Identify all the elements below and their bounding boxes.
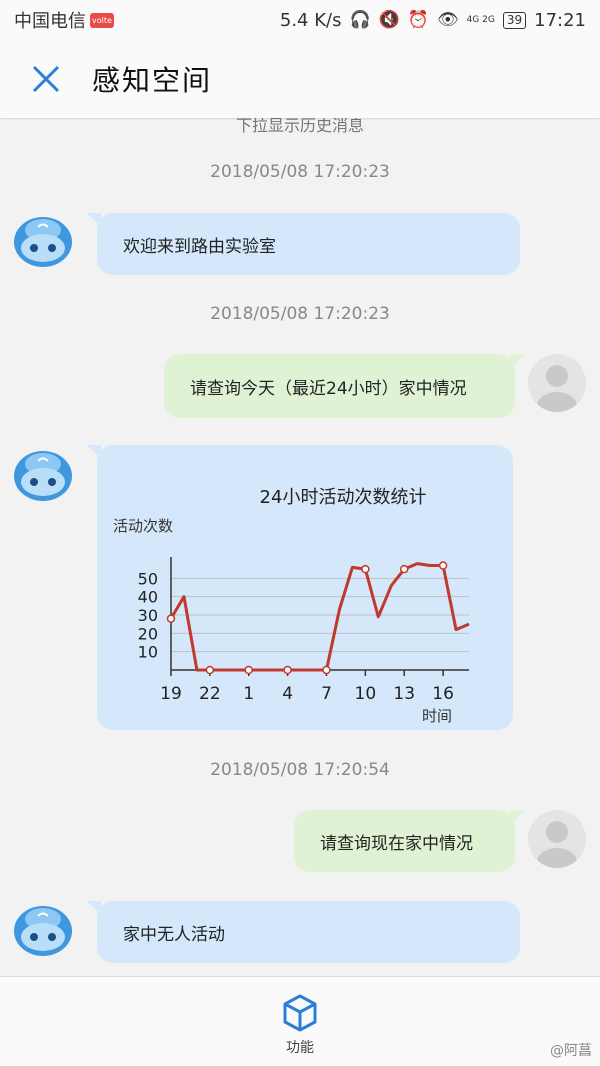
chart-x-tick-label: 10 — [355, 684, 377, 704]
timestamp: 2018/05/08 17:20:54 — [210, 760, 390, 780]
close-button[interactable] — [18, 51, 74, 107]
chart-y-tick-label: 10 — [138, 643, 158, 662]
chart-point — [322, 665, 331, 675]
chart-axes — [170, 557, 469, 671]
chart-title: 24小时活动次数统计 — [260, 487, 427, 508]
user-message: 请查询现在家中情况 — [294, 810, 525, 872]
close-icon — [32, 65, 60, 93]
chart-y-tick-label: 50 — [138, 569, 158, 588]
chart-point — [399, 564, 409, 574]
cube-icon — [283, 994, 317, 1032]
user-message: 请查询今天（最近24小时）家中情况 — [164, 354, 525, 418]
volte-badge: volte — [90, 12, 114, 28]
chart-x-ticks: 19 22 1 4 7 10 13 16 — [160, 670, 454, 704]
carrier-name: 中国电信 — [14, 11, 86, 32]
carrier-info: 中国电信 volte — [14, 7, 114, 33]
net-speed: 5.4 K/s — [279, 9, 342, 31]
robot-avatar-icon — [14, 906, 72, 956]
chart-x-tick-label: 19 — [160, 684, 182, 704]
eye-icon: 👁 — [436, 10, 459, 30]
battery-icon: 39 — [502, 11, 527, 29]
alarm-icon: ⏰ — [407, 10, 429, 30]
chart-point — [361, 564, 370, 574]
chart-series-line — [169, 562, 470, 672]
timestamp: 2018/05/08 17:20:23 — [210, 162, 390, 182]
page-title: 感知空间 — [92, 64, 213, 97]
chart-y-tick-label: 20 — [138, 624, 158, 643]
chart-grid — [171, 577, 469, 653]
watermark: @阿菖 — [550, 1043, 592, 1059]
chart-point — [166, 614, 176, 623]
chart-point — [244, 665, 253, 675]
chart-x-tick-label: 22 — [199, 684, 221, 704]
user-avatar — [528, 354, 586, 412]
clock: 17:21 — [534, 9, 586, 31]
chart-y-tick-label: 30 — [138, 606, 158, 625]
bottom-bar: 功能 @阿菖 — [0, 976, 600, 1066]
user-avatar-icon — [537, 821, 577, 868]
chart-x-tick-label: 1 — [243, 684, 254, 704]
signal-icon: 4G 2G — [466, 14, 495, 25]
user-avatar-icon — [537, 365, 577, 412]
header-bar: 感知空间 — [0, 40, 600, 118]
timestamp: 2018/05/08 17:20:23 — [210, 304, 390, 324]
chart-point — [283, 665, 292, 675]
mute-icon: 🔇 — [378, 10, 400, 30]
bot-message: 家中无人活动 — [87, 901, 520, 963]
user-avatar — [528, 810, 586, 868]
chart-y-tick-label: 40 — [138, 588, 158, 607]
chart-x-tick-label: 4 — [282, 684, 293, 704]
chart-ylabel: 活动次数 — [113, 517, 173, 535]
headphone-icon: 🎧 — [349, 10, 371, 30]
robot-avatar-icon — [14, 217, 72, 267]
chart-x-tick-label: 16 — [432, 684, 454, 704]
status-icons: 5.4 K/s 🎧 🔇 ⏰ 👁 4G 2G 39 17:21 — [280, 10, 586, 31]
chat-area[interactable]: 下拉显示历史消息 2018/05/08 17:20:23 欢迎来到路由实验室 2… — [0, 118, 600, 976]
function-label: 功能 — [286, 1040, 314, 1056]
activity-chart: 24小时活动次数统计 活动次数 时间 1020304050 19 22 1 4 7 10 1… — [113, 487, 470, 725]
chart-point — [205, 665, 215, 675]
chart-x-tick-label: 7 — [321, 684, 332, 704]
chart-xlabel: 时间 — [422, 707, 452, 725]
status-bar: 中国电信 volte 5.4 K/s 🎧 🔇 ⏰ 👁 4G 2G 39 17:2… — [0, 0, 600, 40]
history-hint: 下拉显示历史消息 — [235, 118, 364, 135]
chart-y-ticks: 1020304050 — [138, 569, 158, 661]
function-button[interactable]: 功能 — [270, 993, 330, 1061]
chart-point — [438, 561, 448, 570]
bot-message: 欢迎来到路由实验室 — [87, 213, 520, 275]
chart-x-tick-label: 13 — [393, 684, 415, 704]
robot-avatar-icon — [14, 451, 72, 501]
bot-chart-message: 24小时活动次数统计 活动次数 时间 10 20 30 40 50 19 22 1 4 7 10 1… — [87, 445, 513, 730]
